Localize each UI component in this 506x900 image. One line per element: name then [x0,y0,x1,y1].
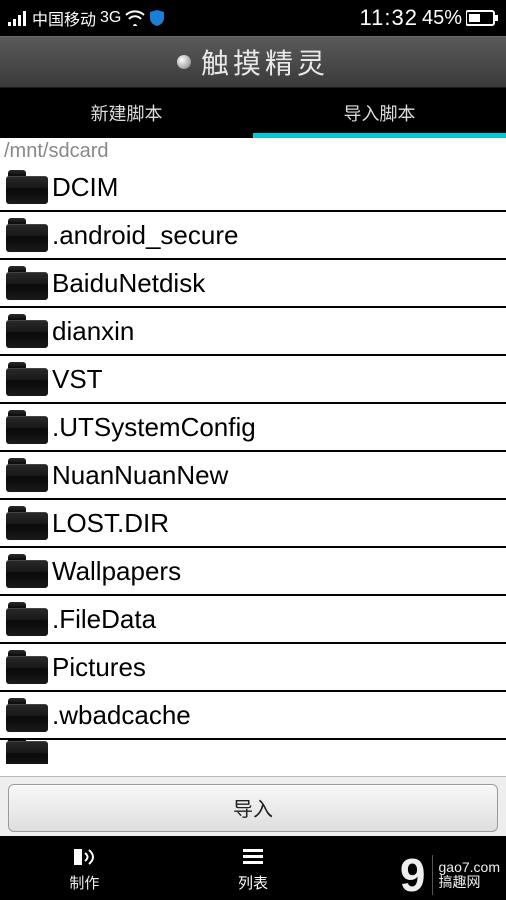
tabs: 新建脚本 导入脚本 [0,88,506,138]
tab-label: 新建脚本 [91,100,163,126]
tab-label: 导入脚本 [344,100,416,126]
file-name: .UTSystemConfig [52,412,256,443]
file-name: LOST.DIR [52,508,169,539]
folder-icon [6,218,48,252]
folder-icon [6,170,48,204]
folder-icon [6,554,48,588]
status-bar: 中国移动 3G 11:32 45% [0,0,506,36]
file-list[interactable]: DCIM .android_secure BaiduNetdisk dianxi… [0,164,506,776]
nav-label: 列表 [238,872,268,893]
list-icon [241,844,265,870]
status-right: 11:32 45% [360,5,498,31]
file-name: BaiduNetdisk [52,268,205,299]
folder-icon [6,410,48,444]
file-name: .FileData [52,604,156,635]
file-row[interactable]: NuanNuanNew [0,452,506,500]
file-row[interactable]: .android_secure [0,212,506,260]
battery-pct-label: 45% [422,7,462,30]
file-row[interactable]: LOST.DIR [0,500,506,548]
watermark: 9 gao7.com 搞趣网 [400,852,500,898]
battery-icon [466,10,498,26]
file-name: dianxin [52,316,134,347]
wifi-icon [125,10,145,26]
watermark-logo: 9 [400,852,426,898]
file-row[interactable]: .wbadcache [0,692,506,740]
file-name: .android_secure [52,220,238,251]
folder-icon [6,314,48,348]
folder-icon [6,602,48,636]
nav-list[interactable]: 列表 [169,844,338,893]
file-row[interactable]: VST [0,356,506,404]
path-text: /mnt/sdcard [4,140,108,163]
app-title: 触摸精灵 [201,42,329,82]
file-name: Pictures [52,652,146,683]
file-row[interactable]: .UTSystemConfig [0,404,506,452]
file-name: DCIM [52,172,118,203]
network-label: 3G [100,9,121,27]
file-row[interactable]: .FileData [0,596,506,644]
app-header: 触摸精灵 [0,36,506,88]
file-name: VST [52,364,103,395]
file-row[interactable]: BaiduNetdisk [0,260,506,308]
shield-icon [149,9,165,27]
header-dot-icon [177,55,191,69]
nav-make[interactable]: 制作 [0,844,169,893]
file-name: Wallpapers [52,556,181,587]
nav-label: 制作 [69,872,99,893]
folder-icon [6,740,48,764]
import-bar: 导入 [0,776,506,838]
file-row[interactable]: dianxin [0,308,506,356]
make-icon [70,844,98,870]
file-row[interactable]: Pictures [0,644,506,692]
watermark-line1: gao7.com [439,860,500,875]
folder-icon [6,650,48,684]
tab-import-script[interactable]: 导入脚本 [253,88,506,138]
folder-icon [6,362,48,396]
status-left: 中国移动 3G [8,6,165,30]
tab-new-script[interactable]: 新建脚本 [0,88,253,138]
carrier-label: 中国移动 [32,6,96,30]
breadcrumb[interactable]: /mnt/sdcard [0,138,506,164]
file-row[interactable] [0,740,506,764]
folder-icon [6,458,48,492]
watermark-divider [432,855,433,895]
folder-icon [6,506,48,540]
file-row[interactable]: Wallpapers [0,548,506,596]
file-name: NuanNuanNew [52,460,228,491]
import-button[interactable]: 导入 [8,784,498,832]
folder-icon [6,698,48,732]
import-button-label: 导入 [233,793,273,822]
folder-icon [6,266,48,300]
watermark-text: gao7.com 搞趣网 [439,860,500,891]
file-name: .wbadcache [52,700,191,731]
signal-icon [8,10,28,26]
file-row[interactable]: DCIM [0,164,506,212]
clock-label: 11:32 [360,5,418,31]
watermark-line2: 搞趣网 [439,875,500,890]
